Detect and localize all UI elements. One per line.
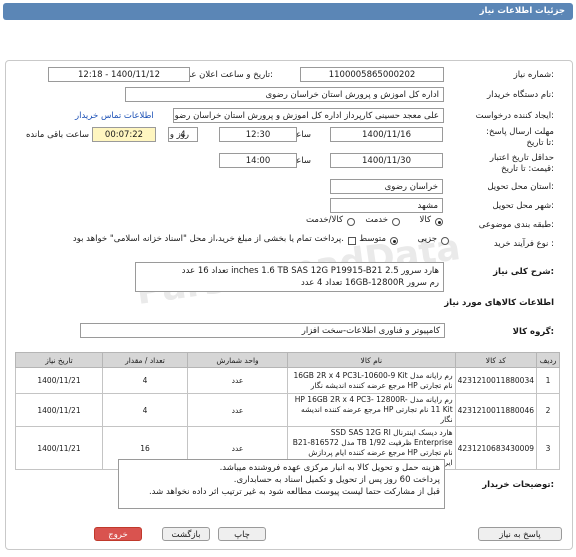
treasury-checkbox[interactable] bbox=[348, 237, 356, 245]
header-unit: واحد شمارش bbox=[187, 352, 288, 368]
header-name: نام کالا bbox=[287, 352, 456, 368]
treasury-note: پرداخت تمام یا بخشی از مبلغ خرید،از محل … bbox=[72, 234, 344, 244]
buyer-org-value: اداره کل اموزش و پرورش استان خراسان رضوی bbox=[125, 87, 444, 102]
notes-line-1: هزینه حمل و تحویل کالا به انبار مرکزی عه… bbox=[219, 463, 440, 473]
summary-text: هارد سرور inches 1.6 TB SAS 12G P19915-B… bbox=[135, 262, 444, 292]
cell-date: 1400/11/21 bbox=[15, 426, 103, 470]
page-title: جزئیات اطلاعات نیاز bbox=[479, 6, 565, 16]
process-radio-medium[interactable] bbox=[390, 237, 398, 245]
category-radio-goods-service[interactable] bbox=[347, 218, 355, 226]
cell-date: 1400/11/21 bbox=[15, 367, 103, 394]
cell-code: 4231210011880034 bbox=[454, 367, 538, 394]
buyer-contact-link[interactable]: اطلاعات تماس خریدار bbox=[75, 111, 154, 121]
category-option-goods: کالا bbox=[419, 215, 431, 225]
notes-line-3: قبل از مشارکت حتما لیست پیوست مطالعه شود… bbox=[148, 487, 440, 497]
response-date-value: 1400/11/16 bbox=[330, 127, 443, 142]
category-radio-goods[interactable] bbox=[435, 218, 443, 226]
need-number-label: شماره نیاز: bbox=[513, 70, 554, 80]
city-label: شهر محل تحویل: bbox=[492, 201, 554, 211]
print-button[interactable]: چاپ bbox=[218, 527, 266, 541]
summary-label: شرح کلی نیاز: bbox=[493, 267, 554, 277]
notes-line-2: پرداخت 60 روز پس از تحویل و تکمیل اسناد … bbox=[233, 475, 440, 485]
province-label: استان محل تحویل: bbox=[487, 182, 554, 192]
category-label: طبقه بندی موضوعی: bbox=[478, 220, 554, 230]
cell-name: رم رایانه مدل HP 16GB 2R x 4 PC3- 12800R… bbox=[287, 393, 456, 427]
price-validity-time: 14:00 bbox=[219, 153, 297, 168]
province-value: خراسان رضوی bbox=[330, 179, 443, 194]
remaining-time-label: ساعت باقی مانده bbox=[25, 130, 89, 140]
cell-qty: 4 bbox=[102, 367, 188, 394]
page-header: جزئیات اطلاعات نیاز bbox=[3, 3, 573, 20]
category-option-goods-service: کالا/خدمت bbox=[306, 215, 343, 225]
process-option-medium: متوسط bbox=[359, 234, 386, 244]
response-time-value: 12:30 bbox=[219, 127, 297, 142]
city-value: مشهد bbox=[330, 198, 443, 213]
process-radio-minor[interactable] bbox=[441, 237, 449, 245]
category-option-service: خدمت bbox=[365, 215, 388, 225]
notes-box: هزینه حمل و تحویل کالا به انبار مرکزی عه… bbox=[118, 459, 445, 509]
table-header-row: ردیف کد کالا نام کالا واحد شمارش تعداد /… bbox=[15, 352, 560, 368]
cell-code: 4231210683430009 bbox=[454, 426, 538, 470]
cell-row: 3 bbox=[536, 426, 560, 470]
header-row-number: ردیف bbox=[536, 352, 560, 368]
cell-row: 1 bbox=[536, 367, 560, 394]
process-option-minor: جزیی bbox=[417, 234, 437, 244]
cell-unit: عدد bbox=[187, 367, 288, 394]
summary-line-2: رم سرور 16GB-12800R تعداد 4 عدد bbox=[301, 278, 439, 288]
reply-button[interactable]: پاسخ به نیاز bbox=[478, 527, 562, 541]
process-label: نوع فرآیند خرید : bbox=[493, 239, 554, 249]
items-table: ردیف کد کالا نام کالا واحد شمارش تعداد /… bbox=[15, 352, 560, 470]
items-section-title: اطلاعات کالاهای مورد نیاز bbox=[444, 298, 554, 308]
notes-label: توضیحات خریدار: bbox=[482, 480, 554, 490]
remaining-time-value: 00:07:22 bbox=[92, 127, 156, 142]
table-row: 2 4231210011880046 رم رایانه مدل HP 16GB… bbox=[15, 393, 560, 427]
need-number-value: 1100005865000202 bbox=[300, 67, 444, 82]
table-row: 1 4231210011880034 رم رایانه مدل 16GB 2R… bbox=[15, 367, 560, 394]
creator-label: ایجاد کننده درخواست: bbox=[475, 111, 554, 121]
price-validity-date: 1400/11/30 bbox=[330, 153, 443, 168]
header-qty: تعداد / مقدار bbox=[102, 352, 188, 368]
buyer-org-label: نام دستگاه خریدار: bbox=[487, 90, 554, 100]
response-days-label: روز و bbox=[169, 130, 189, 140]
cell-code: 4231210011880046 bbox=[454, 393, 538, 427]
announce-date-value: 1400/11/12 - 12:18 bbox=[48, 67, 190, 82]
exit-button[interactable]: خروج bbox=[94, 527, 142, 541]
back-button[interactable]: بازگشت bbox=[162, 527, 210, 541]
header-date: تاریخ نیاز bbox=[15, 352, 103, 368]
cell-row: 2 bbox=[536, 393, 560, 427]
category-radio-service[interactable] bbox=[392, 218, 400, 226]
header-code: کد کالا bbox=[454, 352, 538, 368]
cell-qty: 4 bbox=[102, 393, 188, 427]
cell-date: 1400/11/21 bbox=[15, 393, 103, 427]
cell-unit: عدد bbox=[187, 393, 288, 427]
response-deadline-label: مهلت ارسال پاسخ: تا تاریخ: bbox=[486, 127, 554, 148]
price-validity-label: حداقل تاریخ اعتبار قیمت: تا تاریخ: bbox=[489, 153, 554, 174]
creator-value: علی معجد حسینی کارپرداز اداره کل اموزش و… bbox=[173, 108, 444, 123]
cell-name: رم رایانه مدل 16GB 2R x 4 PC3L-10600-9 K… bbox=[287, 367, 456, 394]
group-label: گروه کالا: bbox=[512, 327, 554, 337]
group-value: کامپیوتر و فناوری اطلاعات-سخت افزار bbox=[80, 323, 445, 338]
summary-line-1: هارد سرور inches 1.6 TB SAS 12G P19915-B… bbox=[181, 266, 439, 276]
